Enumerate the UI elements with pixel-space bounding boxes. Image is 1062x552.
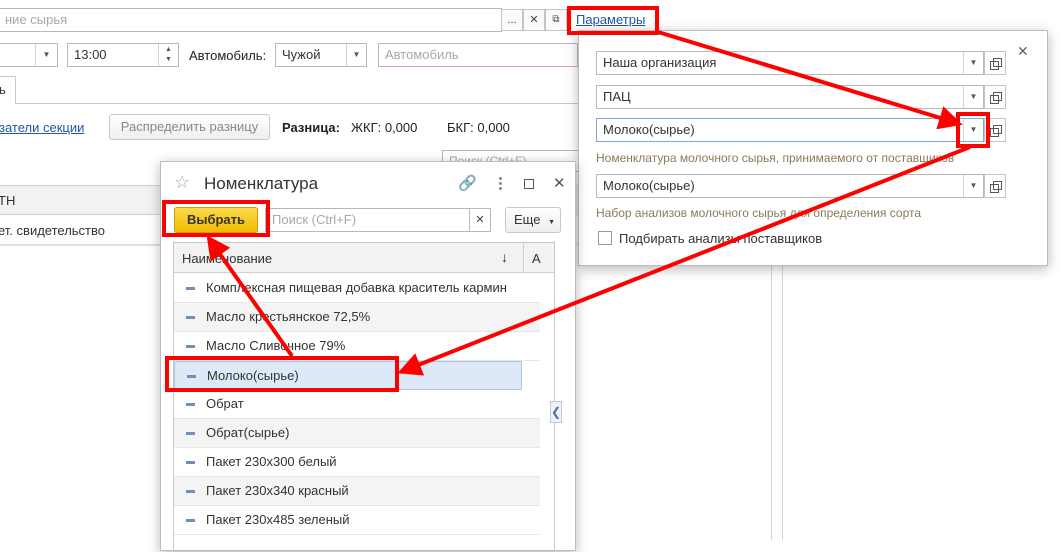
- arrow-dropdown-to-milk: [397, 145, 971, 376]
- arrow-params-to-dropdown: [657, 30, 963, 130]
- arrow-milk-to-select: [206, 235, 294, 358]
- annotation-arrows: [206, 30, 971, 376]
